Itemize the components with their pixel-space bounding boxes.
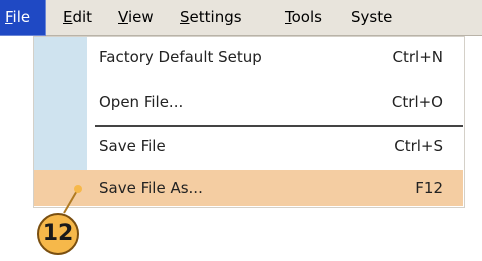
menu-view[interactable]: View — [118, 0, 154, 35]
menu-tools[interactable]: Tools — [285, 0, 322, 35]
menu-item-save-file[interactable]: Save File Ctrl+S — [87, 128, 463, 164]
menu-bar: File Edit View Settings Tools Syste — [0, 0, 482, 36]
callout-badge: 12 — [37, 213, 79, 255]
menu-item-save-file-as[interactable]: Save File As... F12 — [87, 170, 463, 206]
menu-separator — [95, 125, 463, 127]
menu-item-shortcut: F12 — [415, 179, 443, 197]
menu-item-factory-default-setup[interactable]: Factory Default Setup Ctrl+N — [87, 39, 463, 75]
menu-item-shortcut: Ctrl+S — [394, 137, 443, 155]
menu-item-label: Factory Default Setup — [99, 48, 262, 66]
menu-item-shortcut: Ctrl+N — [392, 48, 443, 66]
menu-file[interactable]: File — [0, 0, 46, 36]
menu-settings-accel: S — [180, 8, 190, 26]
menu-file-accel: F — [5, 8, 13, 26]
menu-settings[interactable]: Settings — [180, 0, 242, 35]
menu-item-open-file[interactable]: Open File... Ctrl+O — [87, 84, 463, 120]
menu-view-rest: iew — [127, 8, 154, 26]
menu-system[interactable]: Syste — [351, 0, 392, 35]
menu-item-label: Save File — [99, 137, 166, 155]
menu-edit[interactable]: Edit — [63, 0, 92, 35]
menu-tools-accel: T — [285, 8, 292, 26]
menu-item-label: Save File As... — [99, 179, 203, 197]
menu-system-label: Syste — [351, 8, 393, 26]
menu-item-shortcut: Ctrl+O — [391, 93, 443, 111]
menu-tools-rest: ools — [291, 8, 322, 26]
menu-item-label: Open File... — [99, 93, 184, 111]
menu-edit-rest: dit — [72, 8, 93, 26]
menu-view-accel: V — [118, 8, 128, 26]
menu-file-rest: ile — [12, 8, 31, 26]
menu-settings-rest: ettings — [189, 8, 242, 26]
